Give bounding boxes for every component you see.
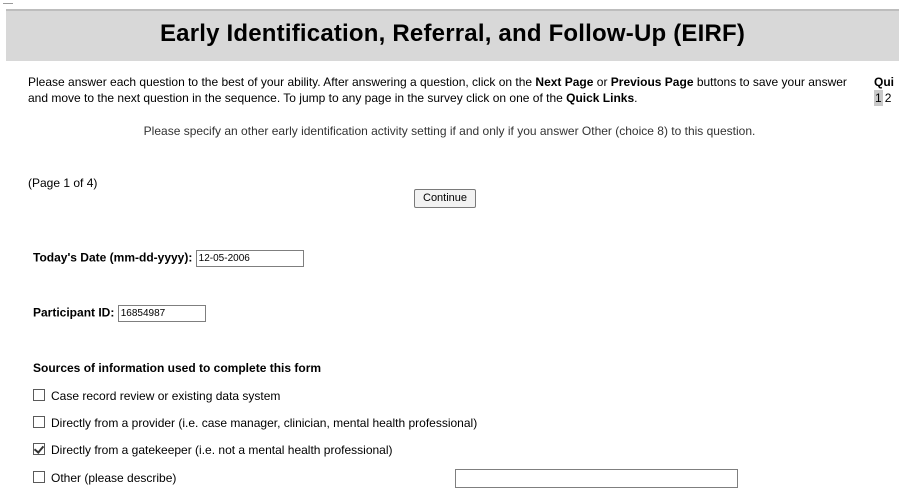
previous-page-ref: Previous Page (610, 75, 694, 89)
source-option-provider[interactable]: Directly from a provider (i.e. case mana… (33, 416, 477, 430)
participant-id-input[interactable] (117, 305, 206, 322)
source-option-case-record[interactable]: Case record review or existing data syst… (33, 389, 280, 403)
quick-links-ref: Quick Links (566, 91, 635, 105)
other-description-input[interactable] (455, 469, 738, 488)
checkbox-checked[interactable] (33, 443, 45, 455)
sources-title: Sources of information used to complete … (33, 361, 322, 375)
instructions-text-1: Please answer each question to the best … (28, 75, 536, 89)
checkbox[interactable] (33, 416, 45, 428)
top-bar (0, 0, 899, 8)
date-row: Today's Date (mm-dd-yyyy): (33, 250, 304, 267)
option-label: Other (please describe) (51, 471, 177, 485)
next-page-ref: Next Page (535, 75, 594, 89)
header-banner: Early Identification, Referral, and Foll… (6, 9, 899, 61)
other-setting-note: Please specify an other early identifica… (143, 124, 756, 138)
option-label: Case record review or existing data syst… (51, 389, 281, 403)
page-title: Early Identification, Referral, and Foll… (159, 20, 746, 47)
quick-links: Qui 12 (874, 74, 894, 106)
source-option-gatekeeper[interactable]: Directly from a gatekeeper (i.e. not a m… (33, 443, 393, 457)
source-option-other[interactable]: Other (please describe) (33, 471, 176, 485)
checkbox[interactable] (33, 389, 45, 401)
instructions: Please answer each question to the best … (28, 74, 848, 106)
participant-id-label: Participant ID: (33, 305, 115, 320)
quick-link-page-1[interactable]: 1 (874, 90, 883, 106)
top-dash (3, 3, 13, 4)
participant-row: Participant ID: (33, 305, 206, 322)
quick-link-page-2[interactable]: 2 (885, 90, 892, 106)
instructions-text-2: or (593, 75, 611, 89)
option-label: Directly from a provider (i.e. case mana… (51, 416, 478, 430)
date-input[interactable] (195, 250, 304, 267)
option-label: Directly from a gatekeeper (i.e. not a m… (51, 443, 393, 457)
quick-links-title: Qui (874, 75, 894, 89)
instructions-text-4: . (634, 91, 638, 105)
date-label: Today's Date (mm-dd-yyyy): (33, 250, 193, 265)
checkbox[interactable] (33, 471, 45, 483)
continue-button[interactable]: Continue (414, 189, 477, 208)
page-indicator: (Page 1 of 4) (28, 176, 98, 190)
